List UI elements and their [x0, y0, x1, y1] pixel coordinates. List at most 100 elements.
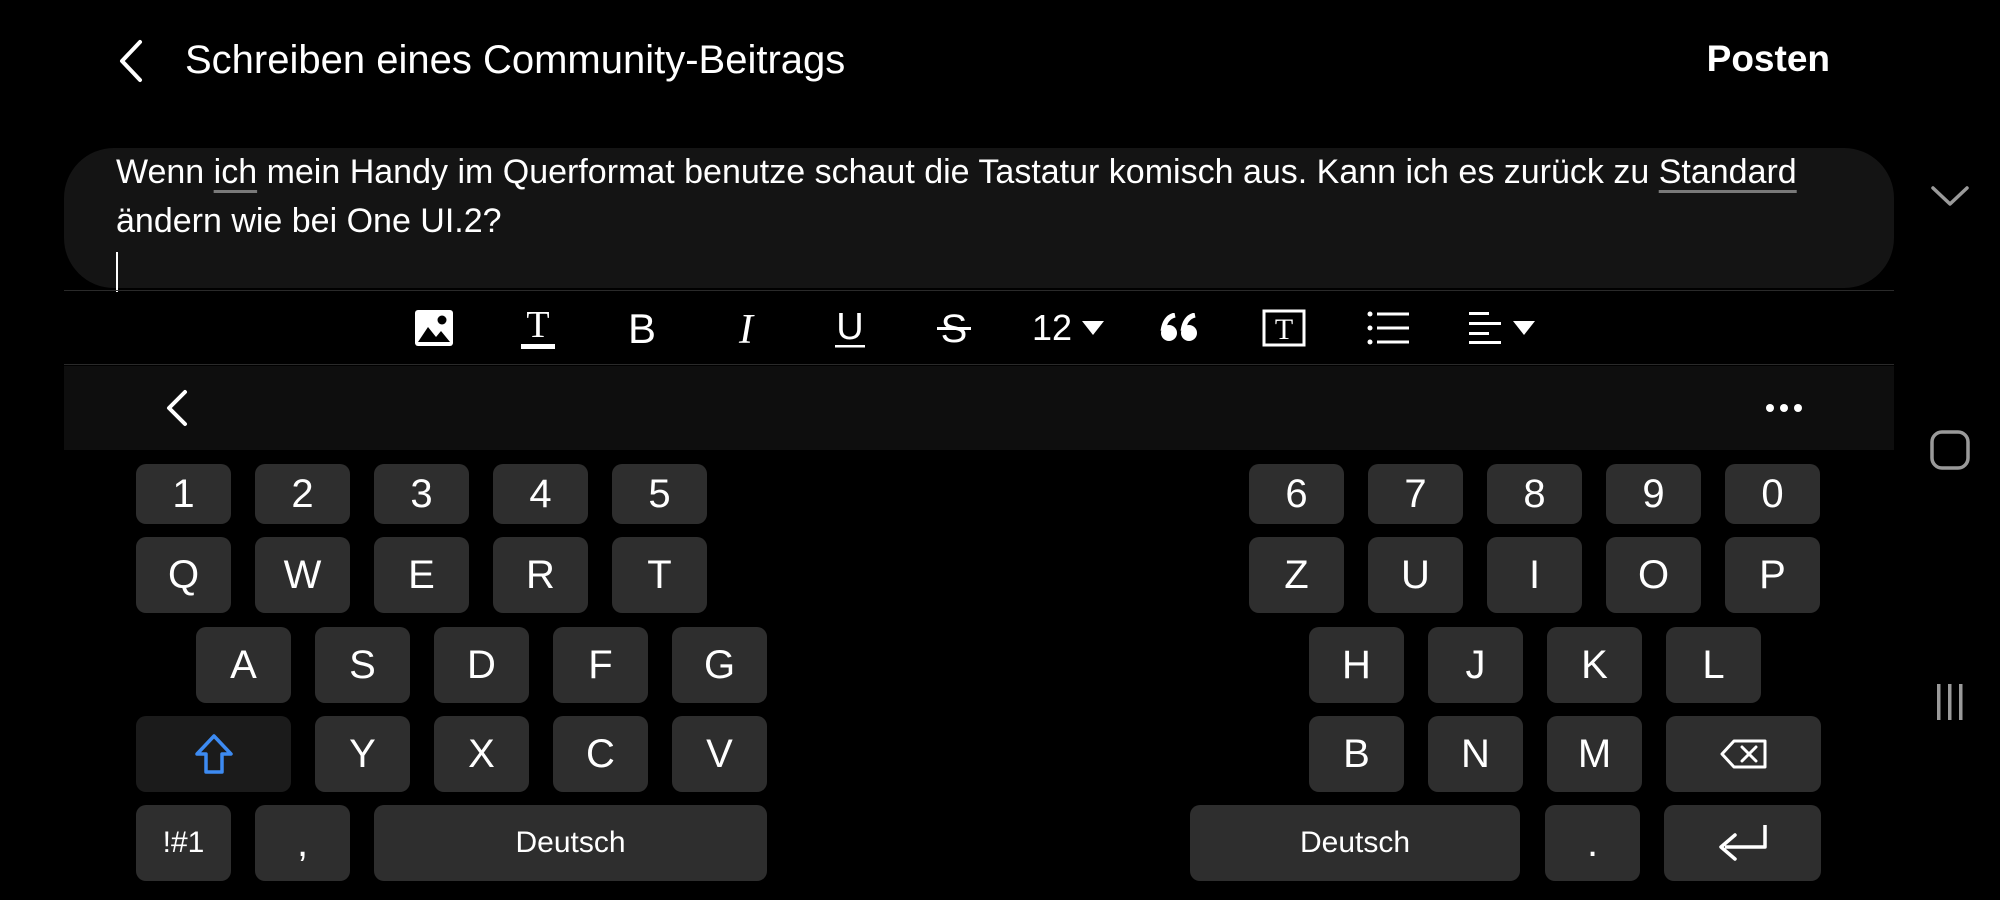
insert-image-button[interactable] [404, 300, 464, 356]
key-f[interactable]: F [553, 627, 648, 703]
svg-text:T: T [1275, 313, 1293, 346]
keyboard-toolbar [64, 366, 1894, 450]
key-g[interactable]: G [672, 627, 767, 703]
caret-down-icon [1513, 321, 1535, 335]
spellcheck-word[interactable]: ich [214, 153, 257, 191]
key-0[interactable]: 0 [1725, 464, 1820, 524]
post-body-text[interactable]: Wenn ich mein Handy im Querformat benutz… [116, 148, 1916, 295]
key-h[interactable]: H [1309, 627, 1404, 703]
strikethrough-button[interactable]: S [924, 300, 984, 356]
space-key-left[interactable]: Deutsch [374, 805, 767, 881]
spellcheck-word[interactable]: Standard [1659, 153, 1797, 191]
text-box-icon: T [1262, 309, 1306, 347]
key-m[interactable]: M [1547, 716, 1642, 792]
svg-text:I: I [738, 307, 755, 349]
recent-apps-button[interactable] [1925, 678, 1975, 728]
key-2[interactable]: 2 [255, 464, 350, 524]
align-dropdown[interactable] [1464, 300, 1544, 356]
text-color-button[interactable]: T [508, 300, 568, 356]
strikethrough-icon: S [937, 307, 971, 350]
svg-text:U: U [836, 306, 863, 348]
page-title: Schreiben eines Community-Beitrags [185, 38, 846, 82]
bold-button[interactable]: B [612, 300, 672, 356]
key-p[interactable]: P [1725, 537, 1820, 613]
key-b[interactable]: B [1309, 716, 1404, 792]
key-1[interactable]: 1 [136, 464, 231, 524]
post-text-editor[interactable]: Wenn ich mein Handy im Querformat benutz… [64, 148, 1894, 293]
key-i[interactable]: I [1487, 537, 1582, 613]
key-4[interactable]: 4 [493, 464, 588, 524]
key-x[interactable]: X [434, 716, 529, 792]
hide-keyboard-icon [1931, 186, 1969, 206]
text-line-3 [116, 246, 1916, 295]
key-l[interactable]: L [1666, 627, 1761, 703]
key-t[interactable]: T [612, 537, 707, 613]
caret-down-icon [1082, 321, 1105, 335]
key-w[interactable]: W [255, 537, 350, 613]
text-line-1: Wenn ich mein Handy im Querformat benutz… [116, 148, 1916, 197]
italic-icon: I [738, 307, 755, 349]
font-size-dropdown[interactable]: 12 [1030, 300, 1110, 356]
enter-icon [1718, 825, 1767, 861]
key-r[interactable]: R [493, 537, 588, 613]
underline-button[interactable]: U [820, 300, 880, 356]
keyboard-more-button[interactable] [1754, 386, 1814, 430]
back-button[interactable] [112, 36, 152, 86]
key-a[interactable]: A [196, 627, 291, 703]
system-navigation-bar [1900, 0, 2000, 900]
svg-text:T: T [526, 305, 549, 346]
key-d[interactable]: D [434, 627, 529, 703]
symbols-key[interactable]: !#1 [136, 805, 231, 881]
bold-icon: B [628, 307, 656, 349]
align-left-icon [1469, 312, 1501, 344]
image-icon [415, 310, 453, 346]
key-n[interactable]: N [1428, 716, 1523, 792]
backspace-icon [1720, 739, 1766, 769]
text-cursor [116, 252, 118, 293]
text-segment: mein Handy im Querformat benutze schaut … [257, 153, 1659, 191]
key-o[interactable]: O [1606, 537, 1701, 613]
italic-button[interactable]: I [716, 300, 776, 356]
hide-keyboard-button[interactable] [1925, 172, 1975, 222]
space-key-right[interactable]: Deutsch [1190, 805, 1520, 881]
keyboard-toolbar-back-button[interactable] [159, 386, 199, 430]
shift-key[interactable] [136, 716, 291, 792]
formatting-toolbar: T B I U S 12 T [64, 292, 1894, 364]
key-c[interactable]: C [553, 716, 648, 792]
key-j[interactable]: J [1428, 627, 1523, 703]
bullet-list-icon [1367, 311, 1409, 345]
bullet-list-button[interactable] [1358, 300, 1418, 356]
post-button[interactable]: Posten [1700, 38, 1830, 80]
key-7[interactable]: 7 [1368, 464, 1463, 524]
key-e[interactable]: E [374, 537, 469, 613]
quote-icon [1160, 313, 1197, 341]
key-5[interactable]: 5 [612, 464, 707, 524]
key-v[interactable]: V [672, 716, 767, 792]
home-button[interactable] [1925, 425, 1975, 475]
chevron-left-icon [167, 390, 187, 426]
enter-key[interactable] [1664, 805, 1821, 881]
key-6[interactable]: 6 [1249, 464, 1344, 524]
more-horizontal-icon [1766, 404, 1802, 412]
key-y[interactable]: Y [315, 716, 410, 792]
key-k[interactable]: K [1547, 627, 1642, 703]
svg-text:B: B [628, 307, 656, 349]
key-u[interactable]: U [1368, 537, 1463, 613]
text-line-2: ändern wie bei One UI.2? [116, 202, 502, 240]
key-8[interactable]: 8 [1487, 464, 1582, 524]
text-box-button[interactable]: T [1254, 300, 1314, 356]
divider [64, 364, 1894, 365]
home-icon [1930, 430, 1970, 470]
quote-button[interactable] [1149, 300, 1209, 356]
key-q[interactable]: Q [136, 537, 231, 613]
key-s[interactable]: S [315, 627, 410, 703]
app-header: Schreiben eines Community-Beitrags Poste… [0, 0, 1900, 130]
key-3[interactable]: 3 [374, 464, 469, 524]
font-size-value: 12 [1031, 307, 1073, 348]
key-9[interactable]: 9 [1606, 464, 1701, 524]
text-color-icon: T [521, 305, 555, 349]
key-z[interactable]: Z [1249, 537, 1344, 613]
backspace-key[interactable] [1666, 716, 1821, 792]
period-key[interactable]: . [1545, 805, 1640, 881]
comma-key[interactable]: , [255, 805, 350, 881]
